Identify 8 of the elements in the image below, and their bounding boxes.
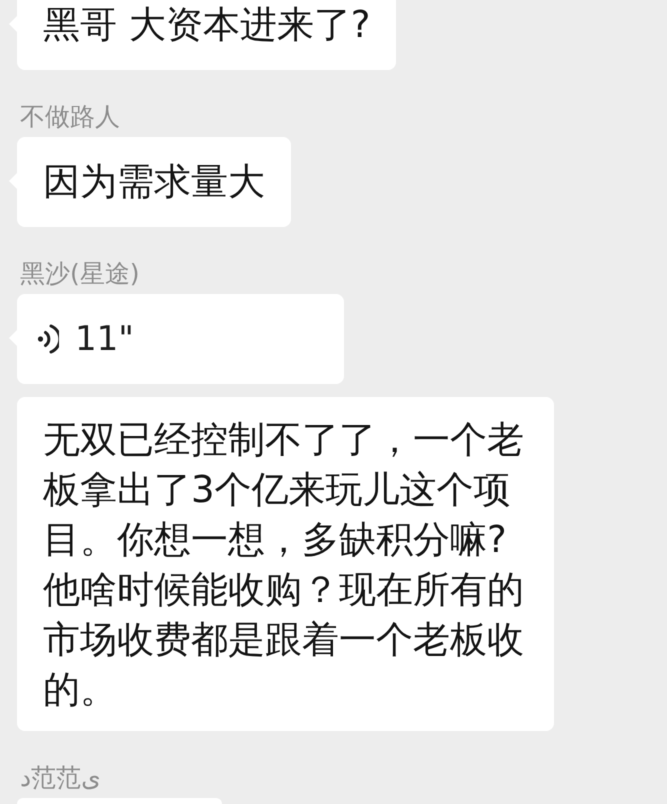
voice-duration: 11" [75, 319, 134, 359]
sender-name: 黑沙(星途) [20, 260, 140, 288]
message-text: 无双已经控制不了了，一个老板拿出了3个亿来玩儿这个项目。你想一想，多缺积分嘛?他啥时候能收购？现在所有的市场收费都是跟着一个老板收的。 [43, 417, 525, 713]
sender-name: 不做路人 [20, 103, 120, 131]
sound-wave-icon [37, 323, 59, 355]
message-text: 因为需求量大 [43, 159, 265, 205]
sender-name: د范范ی [20, 764, 101, 792]
message-text: 黑哥 大资本进来了? [43, 2, 370, 48]
